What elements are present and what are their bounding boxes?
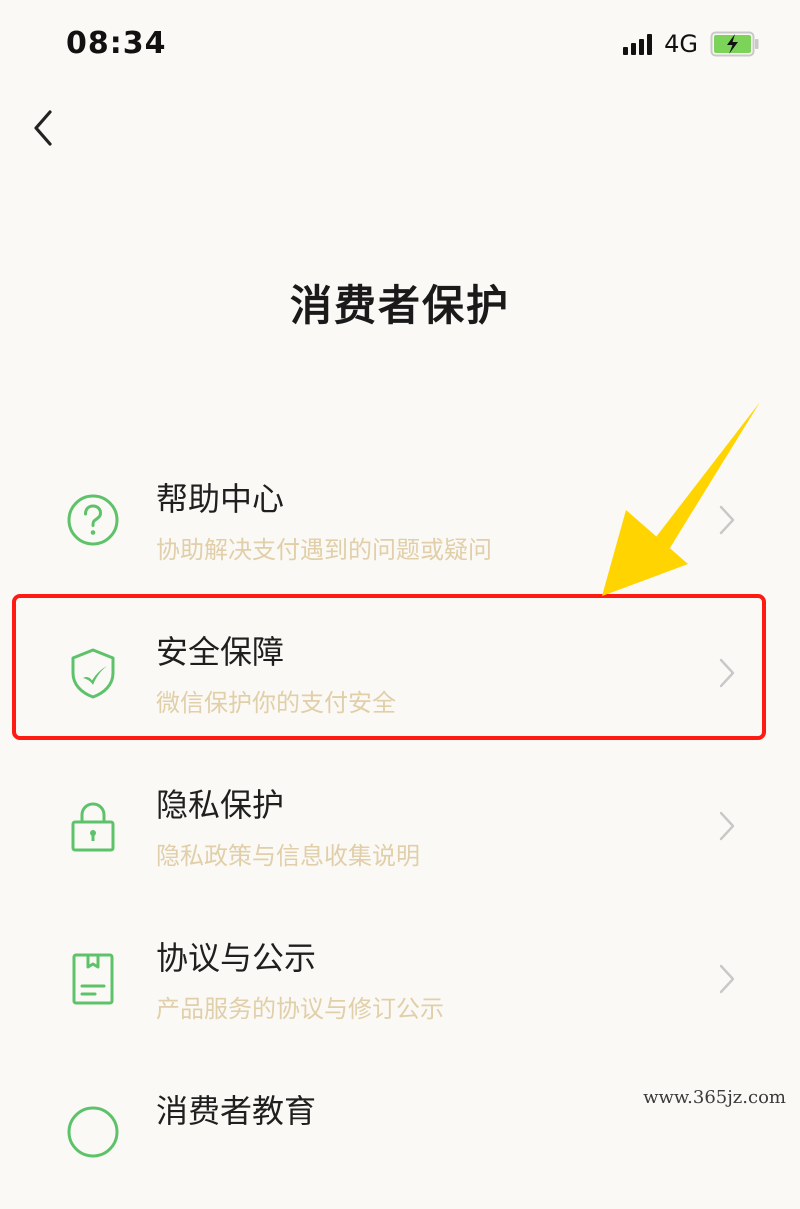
- help-circle-icon: [67, 494, 119, 546]
- menu-item-desc: 协助解决支付遇到的问题或疑问: [156, 536, 492, 564]
- menu-item-agreements[interactable]: 协议与公示 产品服务的协议与修订公示: [0, 903, 800, 1056]
- menu-item-title: 隐私保护: [156, 786, 285, 824]
- menu-item-privacy[interactable]: 隐私保护 隐私政策与信息收集说明: [0, 750, 800, 903]
- menu-item-desc: 隐私政策与信息收集说明: [156, 842, 420, 870]
- menu-item-title: 协议与公示: [156, 939, 317, 977]
- status-icons: 4G: [623, 30, 760, 58]
- page-title: 消费者保护: [289, 281, 510, 330]
- menu-item-consumer-education[interactable]: 消费者教育: [0, 1056, 800, 1209]
- chevron-right-icon: [719, 811, 735, 841]
- chevron-right-icon: [719, 964, 735, 994]
- watermark: www.365jz.com: [643, 1087, 786, 1108]
- cellular-signal-icon: [623, 33, 653, 55]
- back-button[interactable]: [24, 100, 74, 156]
- chevron-left-icon: [34, 110, 52, 146]
- education-icon: [67, 1106, 119, 1158]
- menu-item-title: 帮助中心: [156, 480, 285, 518]
- network-type: 4G: [664, 30, 698, 58]
- arrow-icon: [602, 402, 760, 596]
- menu-item-title: 消费者教育: [156, 1092, 317, 1130]
- status-bar: 08:34 4G: [0, 0, 800, 90]
- status-time: 08:34: [66, 26, 167, 61]
- battery-charging-icon: [710, 31, 759, 57]
- highlight-box: [12, 594, 766, 740]
- document-icon: [72, 953, 114, 1005]
- menu-item-desc: 产品服务的协议与修订公示: [156, 995, 444, 1023]
- lock-icon: [71, 802, 115, 852]
